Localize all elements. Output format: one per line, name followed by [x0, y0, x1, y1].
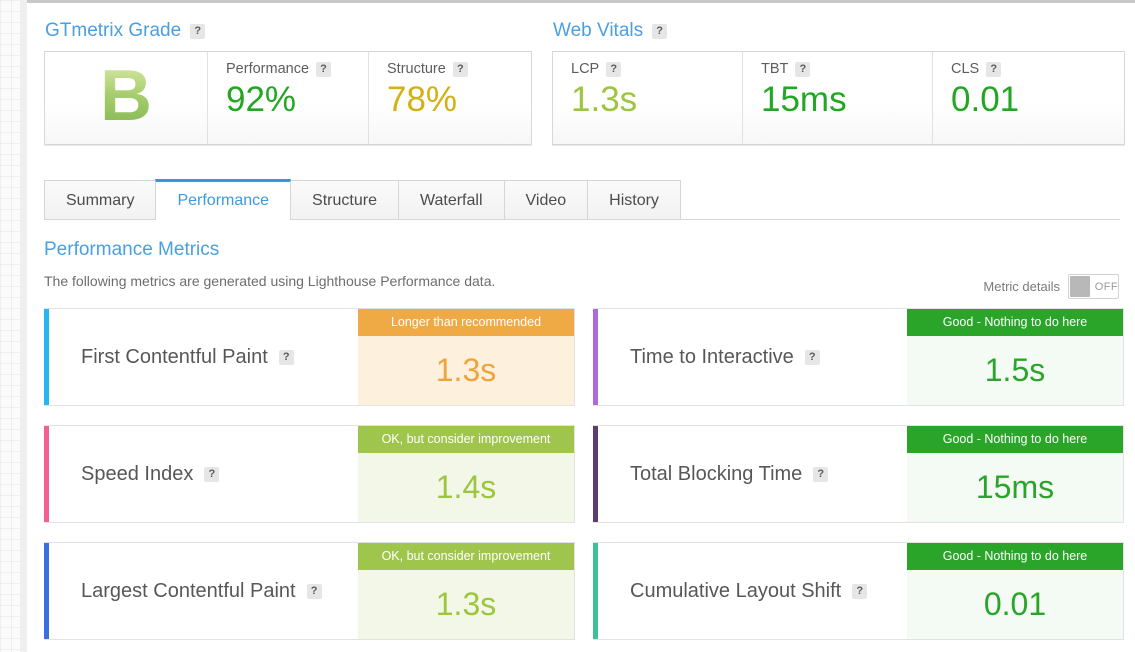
metric-card-total-blocking-time[interactable]: Total Blocking Time ? Good - Nothing to … [593, 425, 1124, 523]
performance-score-value: 92% [226, 80, 297, 119]
metric-status-badge: Good - Nothing to do here [907, 309, 1123, 336]
metric-card-first-contentful-paint[interactable]: First Contentful Paint ? Longer than rec… [44, 308, 575, 406]
help-icon[interactable]: ? [452, 61, 468, 77]
performance-score-cell: Performance ? 92% [208, 52, 369, 144]
metric-value: 0.01 [907, 570, 1123, 639]
metric-result: Good - Nothing to do here 15ms [907, 426, 1123, 522]
metric-status-badge: Good - Nothing to do here [907, 543, 1123, 570]
tab-history[interactable]: History [587, 180, 681, 219]
metric-value: 1.5s [907, 336, 1123, 405]
tbt-cell: TBT ? 15ms [743, 52, 933, 144]
metric-status-badge: OK, but consider improvement [358, 426, 574, 453]
help-icon[interactable]: ? [852, 583, 868, 599]
metric-result: Good - Nothing to do here 1.5s [907, 309, 1123, 405]
metric-label: First Contentful Paint [81, 345, 268, 368]
help-icon[interactable]: ? [606, 61, 622, 77]
metric-value: 1.4s [358, 453, 574, 522]
metric-status-badge: Longer than recommended [358, 309, 574, 336]
cls-cell: CLS ? 0.01 [933, 52, 1124, 144]
lcp-label: LCP [571, 61, 600, 77]
cls-head: CLS ? [951, 61, 1110, 77]
tab-summary[interactable]: Summary [44, 180, 157, 219]
gtmetrix-grade-title: GTmetrix Grade ? [45, 20, 532, 42]
metric-result: Longer than recommended 1.3s [358, 309, 574, 405]
section-description: The following metrics are generated usin… [44, 273, 496, 289]
tab-waterfall[interactable]: Waterfall [397, 180, 505, 219]
metric-name-wrap: Speed Index ? [49, 426, 358, 522]
score-panels: GTmetrix Grade ? B Performance ? 92% Str… [27, 3, 1135, 145]
report-tabs: Summary Performance Structure Waterfall … [44, 179, 1120, 220]
toggle-state-label: OFF [1094, 280, 1118, 293]
web-vitals-label[interactable]: Web Vitals [553, 20, 643, 42]
cls-value: 0.01 [951, 80, 1020, 119]
cls-label: CLS [951, 61, 980, 77]
page-title: Performance Metrics [44, 239, 220, 260]
metric-result: Good - Nothing to do here 0.01 [907, 543, 1123, 639]
metric-name-wrap: Cumulative Layout Shift ? [598, 543, 907, 639]
metric-label: Largest Contentful Paint [81, 579, 296, 602]
structure-score-head: Structure ? [387, 61, 516, 77]
help-icon[interactable]: ? [652, 23, 668, 39]
performance-score-head: Performance ? [226, 61, 354, 77]
structure-score-label: Structure [387, 61, 446, 77]
performance-metrics-grid: First Contentful Paint ? Longer than rec… [44, 308, 1135, 640]
gtmetrix-grade-box: B Performance ? 92% Structure ? 78% [44, 51, 532, 145]
grade-cell: B [45, 52, 208, 144]
metric-name-wrap: Total Blocking Time ? [598, 426, 907, 522]
tab-video[interactable]: Video [503, 180, 589, 219]
gtmetrix-grade-label[interactable]: GTmetrix Grade [45, 20, 181, 42]
help-icon[interactable]: ? [190, 23, 206, 39]
report-content: GTmetrix Grade ? B Performance ? 92% Str… [27, 3, 1135, 652]
metric-value: 1.3s [358, 336, 574, 405]
help-icon[interactable]: ? [278, 349, 294, 365]
help-icon[interactable]: ? [804, 349, 820, 365]
tbt-value: 15ms [761, 80, 847, 119]
tab-structure[interactable]: Structure [290, 180, 399, 219]
tbt-label: TBT [761, 61, 789, 77]
lcp-cell: LCP ? 1.3s [553, 52, 743, 144]
grade-letter: B [100, 56, 152, 136]
help-icon[interactable]: ? [204, 466, 220, 482]
metric-name-wrap: Largest Contentful Paint ? [49, 543, 358, 639]
performance-score-label: Performance [226, 61, 310, 77]
lcp-value: 1.3s [571, 80, 638, 119]
metric-card-largest-contentful-paint[interactable]: Largest Contentful Paint ? OK, but consi… [44, 542, 575, 640]
report-page: GTmetrix Grade ? B Performance ? 92% Str… [0, 0, 1135, 652]
metric-label: Time to Interactive [630, 345, 794, 368]
metric-card-time-to-interactive[interactable]: Time to Interactive ? Good - Nothing to … [593, 308, 1124, 406]
metric-result: OK, but consider improvement 1.4s [358, 426, 574, 522]
metric-label: Cumulative Layout Shift [630, 579, 842, 602]
help-icon[interactable]: ? [795, 61, 811, 77]
metric-name-wrap: First Contentful Paint ? [49, 309, 358, 405]
help-icon[interactable]: ? [316, 61, 332, 77]
help-icon[interactable]: ? [813, 466, 829, 482]
metric-label: Speed Index [81, 462, 194, 485]
lcp-head: LCP ? [571, 61, 728, 77]
metric-details-label: Metric details [983, 279, 1060, 294]
help-icon[interactable]: ? [986, 61, 1002, 77]
metric-details-toggle-wrap: Metric details OFF [983, 274, 1119, 299]
metric-name-wrap: Time to Interactive ? [598, 309, 907, 405]
web-vitals-panel: Web Vitals ? LCP ? 1.3s TBT ? 15ms CLS ?… [552, 20, 1125, 145]
metric-result: OK, but consider improvement 1.3s [358, 543, 574, 639]
structure-score-cell: Structure ? 78% [369, 52, 530, 144]
tbt-head: TBT ? [761, 61, 918, 77]
gtmetrix-grade-panel: GTmetrix Grade ? B Performance ? 92% Str… [44, 20, 532, 145]
page-left-gutter [20, 0, 27, 652]
metric-status-badge: Good - Nothing to do here [907, 426, 1123, 453]
toggle-knob [1070, 276, 1090, 297]
web-vitals-box: LCP ? 1.3s TBT ? 15ms CLS ? 0.01 [552, 51, 1125, 145]
metric-label: Total Blocking Time [630, 462, 803, 485]
metric-value: 15ms [907, 453, 1123, 522]
tab-performance[interactable]: Performance [155, 179, 292, 220]
metric-details-toggle[interactable]: OFF [1068, 274, 1119, 299]
structure-score-value: 78% [387, 80, 458, 119]
metric-card-cumulative-layout-shift[interactable]: Cumulative Layout Shift ? Good - Nothing… [593, 542, 1124, 640]
metric-value: 1.3s [358, 570, 574, 639]
help-icon[interactable]: ? [306, 583, 322, 599]
page-background-texture [0, 0, 20, 652]
metric-status-badge: OK, but consider improvement [358, 543, 574, 570]
web-vitals-title: Web Vitals ? [553, 20, 1125, 42]
metric-card-speed-index[interactable]: Speed Index ? OK, but consider improveme… [44, 425, 575, 523]
